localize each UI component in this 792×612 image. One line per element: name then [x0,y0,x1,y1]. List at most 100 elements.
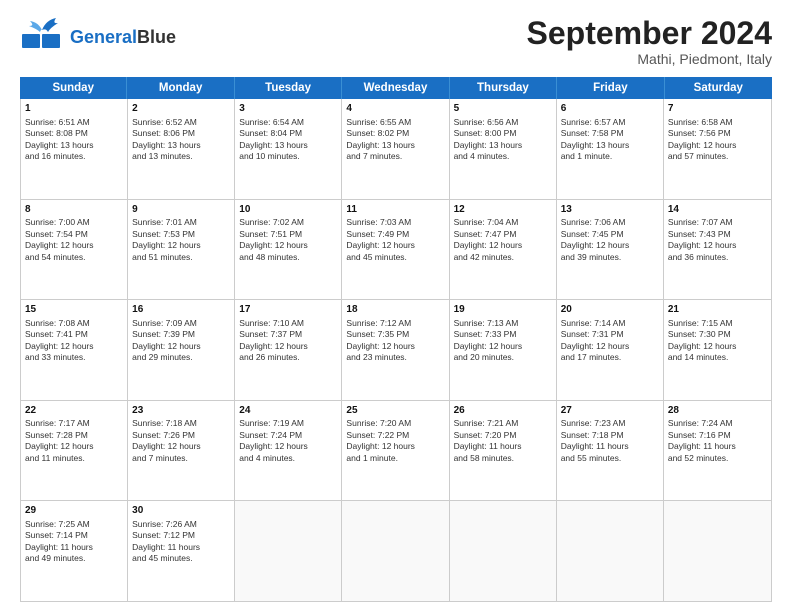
day-info-line: Sunrise: 7:17 AM [25,418,123,429]
day-info-line: Sunset: 8:06 PM [132,128,230,139]
day-info-line: Daylight: 12 hours [454,240,552,251]
day-number: 1 [25,102,123,116]
day-info-line: Sunrise: 7:00 AM [25,217,123,228]
day-info-line: Sunrise: 7:23 AM [561,418,659,429]
day-number: 17 [239,303,337,317]
day-info-line: Sunset: 7:28 PM [25,430,123,441]
logo-blue: Blue [137,27,176,47]
day-number: 19 [454,303,552,317]
month-title: September 2024 [527,16,772,51]
cal-cell-r1c0: 8Sunrise: 7:00 AMSunset: 7:54 PMDaylight… [21,200,128,300]
day-info-line: Sunrise: 7:02 AM [239,217,337,228]
day-info-line: and 1 minute. [561,151,659,162]
day-number: 7 [668,102,767,116]
day-info-line: and 29 minutes. [132,352,230,363]
day-info-line: Daylight: 12 hours [132,240,230,251]
day-info-line: and 13 minutes. [132,151,230,162]
day-number: 10 [239,203,337,217]
title-block: September 2024 Mathi, Piedmont, Italy [527,16,772,67]
day-info-line: Sunset: 7:58 PM [561,128,659,139]
day-info-line: Sunrise: 7:15 AM [668,318,767,329]
cal-cell-r0c5: 6Sunrise: 6:57 AMSunset: 7:58 PMDaylight… [557,99,664,199]
day-info-line: and 4 minutes. [454,151,552,162]
day-number: 20 [561,303,659,317]
calendar-body: 1Sunrise: 6:51 AMSunset: 8:08 PMDaylight… [20,99,772,602]
day-info-line: Sunrise: 7:03 AM [346,217,444,228]
logo-general: General [70,27,137,47]
day-info-line: Sunrise: 6:57 AM [561,117,659,128]
day-info-line: Sunset: 7:14 PM [25,530,123,541]
day-number: 24 [239,404,337,418]
day-info-line: Daylight: 11 hours [454,441,552,452]
day-info-line: Daylight: 12 hours [25,341,123,352]
cal-cell-r4c0: 29Sunrise: 7:25 AMSunset: 7:14 PMDayligh… [21,501,128,601]
day-info-line: Sunrise: 6:55 AM [346,117,444,128]
day-info-line: Daylight: 12 hours [346,341,444,352]
day-info-line: Daylight: 12 hours [132,441,230,452]
day-info-line: Sunset: 8:04 PM [239,128,337,139]
cal-cell-r2c6: 21Sunrise: 7:15 AMSunset: 7:30 PMDayligh… [664,300,771,400]
day-number: 21 [668,303,767,317]
day-info-line: Sunset: 7:30 PM [668,329,767,340]
day-info-line: Sunset: 7:26 PM [132,430,230,441]
weekday-wednesday: Wednesday [342,77,449,99]
weekday-monday: Monday [127,77,234,99]
day-info-line: and 14 minutes. [668,352,767,363]
day-info-line: and 10 minutes. [239,151,337,162]
location: Mathi, Piedmont, Italy [527,51,772,67]
day-info-line: Sunset: 8:08 PM [25,128,123,139]
day-number: 23 [132,404,230,418]
day-info-line: Daylight: 12 hours [454,341,552,352]
cal-cell-r1c4: 12Sunrise: 7:04 AMSunset: 7:47 PMDayligh… [450,200,557,300]
day-info-line: Daylight: 11 hours [668,441,767,452]
day-info-line: and 55 minutes. [561,453,659,464]
weekday-thursday: Thursday [450,77,557,99]
day-info-line: Sunrise: 7:10 AM [239,318,337,329]
day-info-line: Daylight: 12 hours [346,441,444,452]
cal-cell-r2c2: 17Sunrise: 7:10 AMSunset: 7:37 PMDayligh… [235,300,342,400]
day-info-line: Sunrise: 7:12 AM [346,318,444,329]
day-number: 26 [454,404,552,418]
day-number: 22 [25,404,123,418]
day-info-line: Sunset: 7:37 PM [239,329,337,340]
day-info-line: Sunset: 7:31 PM [561,329,659,340]
day-info-line: Daylight: 12 hours [239,240,337,251]
day-number: 13 [561,203,659,217]
day-info-line: Daylight: 12 hours [239,441,337,452]
cal-cell-r3c2: 24Sunrise: 7:19 AMSunset: 7:24 PMDayligh… [235,401,342,501]
cal-cell-r2c5: 20Sunrise: 7:14 AMSunset: 7:31 PMDayligh… [557,300,664,400]
cal-cell-r3c4: 26Sunrise: 7:21 AMSunset: 7:20 PMDayligh… [450,401,557,501]
day-info-line: Sunset: 8:00 PM [454,128,552,139]
day-info-line: and 45 minutes. [132,553,230,564]
day-info-line: and 39 minutes. [561,252,659,263]
day-info-line: Daylight: 12 hours [346,240,444,251]
cal-row-4: 29Sunrise: 7:25 AMSunset: 7:14 PMDayligh… [21,501,771,601]
day-info-line: and 45 minutes. [346,252,444,263]
day-info-line: Sunset: 7:43 PM [668,229,767,240]
day-info-line: Sunrise: 7:24 AM [668,418,767,429]
cal-cell-r1c2: 10Sunrise: 7:02 AMSunset: 7:51 PMDayligh… [235,200,342,300]
calendar-header: Sunday Monday Tuesday Wednesday Thursday… [20,77,772,99]
day-info-line: and 58 minutes. [454,453,552,464]
cal-cell-r4c3 [342,501,449,601]
day-info-line: Sunset: 7:56 PM [668,128,767,139]
day-info-line: Daylight: 13 hours [346,140,444,151]
day-info-line: and 26 minutes. [239,352,337,363]
logo: GeneralBlue [20,16,176,59]
cal-cell-r0c2: 3Sunrise: 6:54 AMSunset: 8:04 PMDaylight… [235,99,342,199]
day-info-line: Sunrise: 7:26 AM [132,519,230,530]
day-info-line: Sunrise: 6:54 AM [239,117,337,128]
day-info-line: Sunset: 7:22 PM [346,430,444,441]
day-number: 6 [561,102,659,116]
day-info-line: Daylight: 12 hours [132,341,230,352]
day-number: 14 [668,203,767,217]
day-number: 15 [25,303,123,317]
cal-cell-r4c5 [557,501,664,601]
day-info-line: Sunset: 7:54 PM [25,229,123,240]
day-info-line: Sunset: 7:53 PM [132,229,230,240]
day-info-line: Sunset: 7:45 PM [561,229,659,240]
day-number: 11 [346,203,444,217]
cal-cell-r0c4: 5Sunrise: 6:56 AMSunset: 8:00 PMDaylight… [450,99,557,199]
day-info-line: Sunrise: 6:52 AM [132,117,230,128]
header: GeneralBlue September 2024 Mathi, Piedmo… [20,16,772,67]
